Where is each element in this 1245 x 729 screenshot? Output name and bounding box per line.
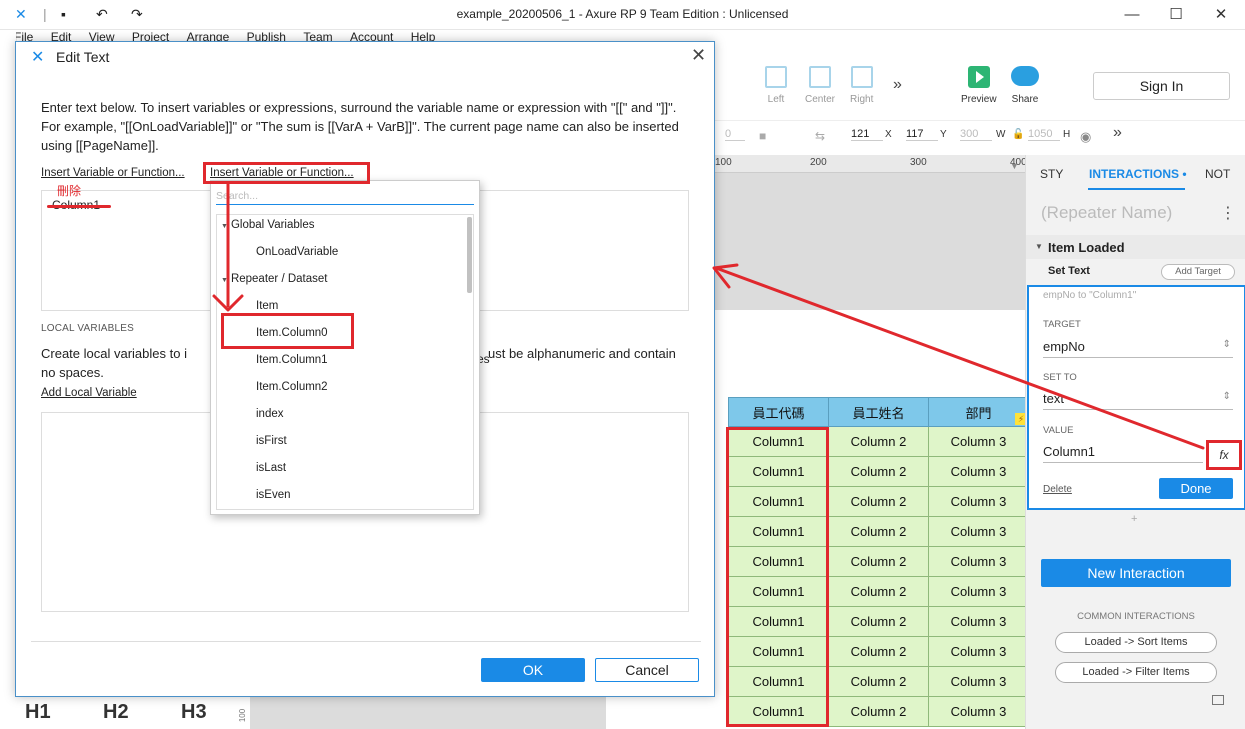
annotation-arrows [212, 182, 1205, 450]
annotation-arrow-fx [714, 266, 1205, 450]
